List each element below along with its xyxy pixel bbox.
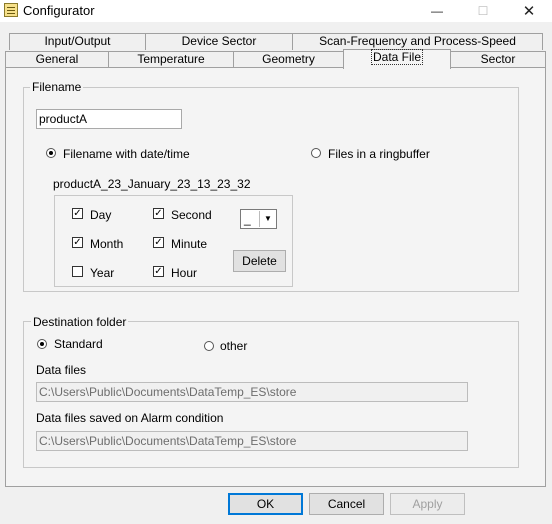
minute-checkbox[interactable]: ✓	[153, 237, 164, 248]
apply-button[interactable]: Apply	[390, 493, 465, 515]
separator-select[interactable]: _ ▼	[240, 209, 277, 229]
minimize-icon: —	[431, 4, 443, 18]
other-radio[interactable]	[204, 341, 214, 351]
ok-button[interactable]: OK	[228, 493, 303, 515]
chevron-down-icon[interactable]: ▼	[259, 211, 276, 227]
window-title: Configurator	[23, 3, 95, 18]
day-checkbox[interactable]: ✓	[72, 208, 83, 219]
minimize-button[interactable]: —	[414, 0, 460, 22]
tab-scan-frequency[interactable]: Scan-Frequency and Process-Speed	[292, 33, 543, 50]
delete-button[interactable]: Delete	[233, 250, 286, 272]
close-icon: ✕	[522, 3, 536, 20]
tab-sector[interactable]: Sector	[450, 51, 546, 68]
app-icon	[4, 3, 18, 17]
ringbuffer-radio[interactable]	[311, 148, 321, 158]
minute-label: Minute	[171, 237, 208, 251]
data-files-path: C:\Users\Public\Documents\DataTemp_ES\st…	[36, 382, 468, 402]
alarm-files-label: Data files saved on Alarm condition	[36, 411, 224, 425]
filename-input[interactable]: productA	[36, 109, 182, 129]
tab-geometry[interactable]: Geometry	[233, 51, 344, 68]
standard-radio[interactable]	[37, 339, 47, 349]
filename-date-radio[interactable]	[46, 148, 56, 158]
filename-date-label: Filename with date/time	[63, 147, 190, 161]
cancel-button[interactable]: Cancel	[309, 493, 384, 515]
tab-device-sector[interactable]: Device Sector	[145, 33, 293, 50]
other-label: other	[220, 339, 248, 353]
tab-temperature[interactable]: Temperature	[108, 51, 234, 68]
hour-checkbox[interactable]: ✓	[153, 266, 164, 277]
tab-data-file[interactable]: Data File	[343, 49, 451, 69]
tab-input-output[interactable]: Input/Output	[9, 33, 146, 50]
separator-value: _	[244, 212, 251, 226]
close-button[interactable]: ✕	[506, 0, 552, 22]
data-files-label: Data files	[36, 363, 87, 377]
ringbuffer-label: Files in a ringbuffer	[328, 147, 430, 161]
maximize-icon: ☐	[477, 4, 489, 18]
month-checkbox[interactable]: ✓	[72, 237, 83, 248]
hour-label: Hour	[171, 266, 198, 280]
standard-label: Standard	[54, 337, 103, 351]
month-label: Month	[90, 237, 124, 251]
filename-preview: productA_23_January_23_13_23_32	[53, 177, 251, 191]
maximize-button[interactable]: ☐	[460, 0, 506, 22]
destination-legend: Destination folder	[31, 315, 129, 329]
day-label: Day	[90, 208, 112, 222]
year-checkbox[interactable]	[72, 266, 83, 277]
alarm-files-path: C:\Users\Public\Documents\DataTemp_ES\st…	[36, 431, 468, 451]
tab-general[interactable]: General	[5, 51, 109, 68]
second-checkbox[interactable]: ✓	[153, 208, 164, 219]
filename-legend: Filename	[30, 80, 84, 94]
year-label: Year	[90, 266, 115, 280]
second-label: Second	[171, 208, 212, 222]
